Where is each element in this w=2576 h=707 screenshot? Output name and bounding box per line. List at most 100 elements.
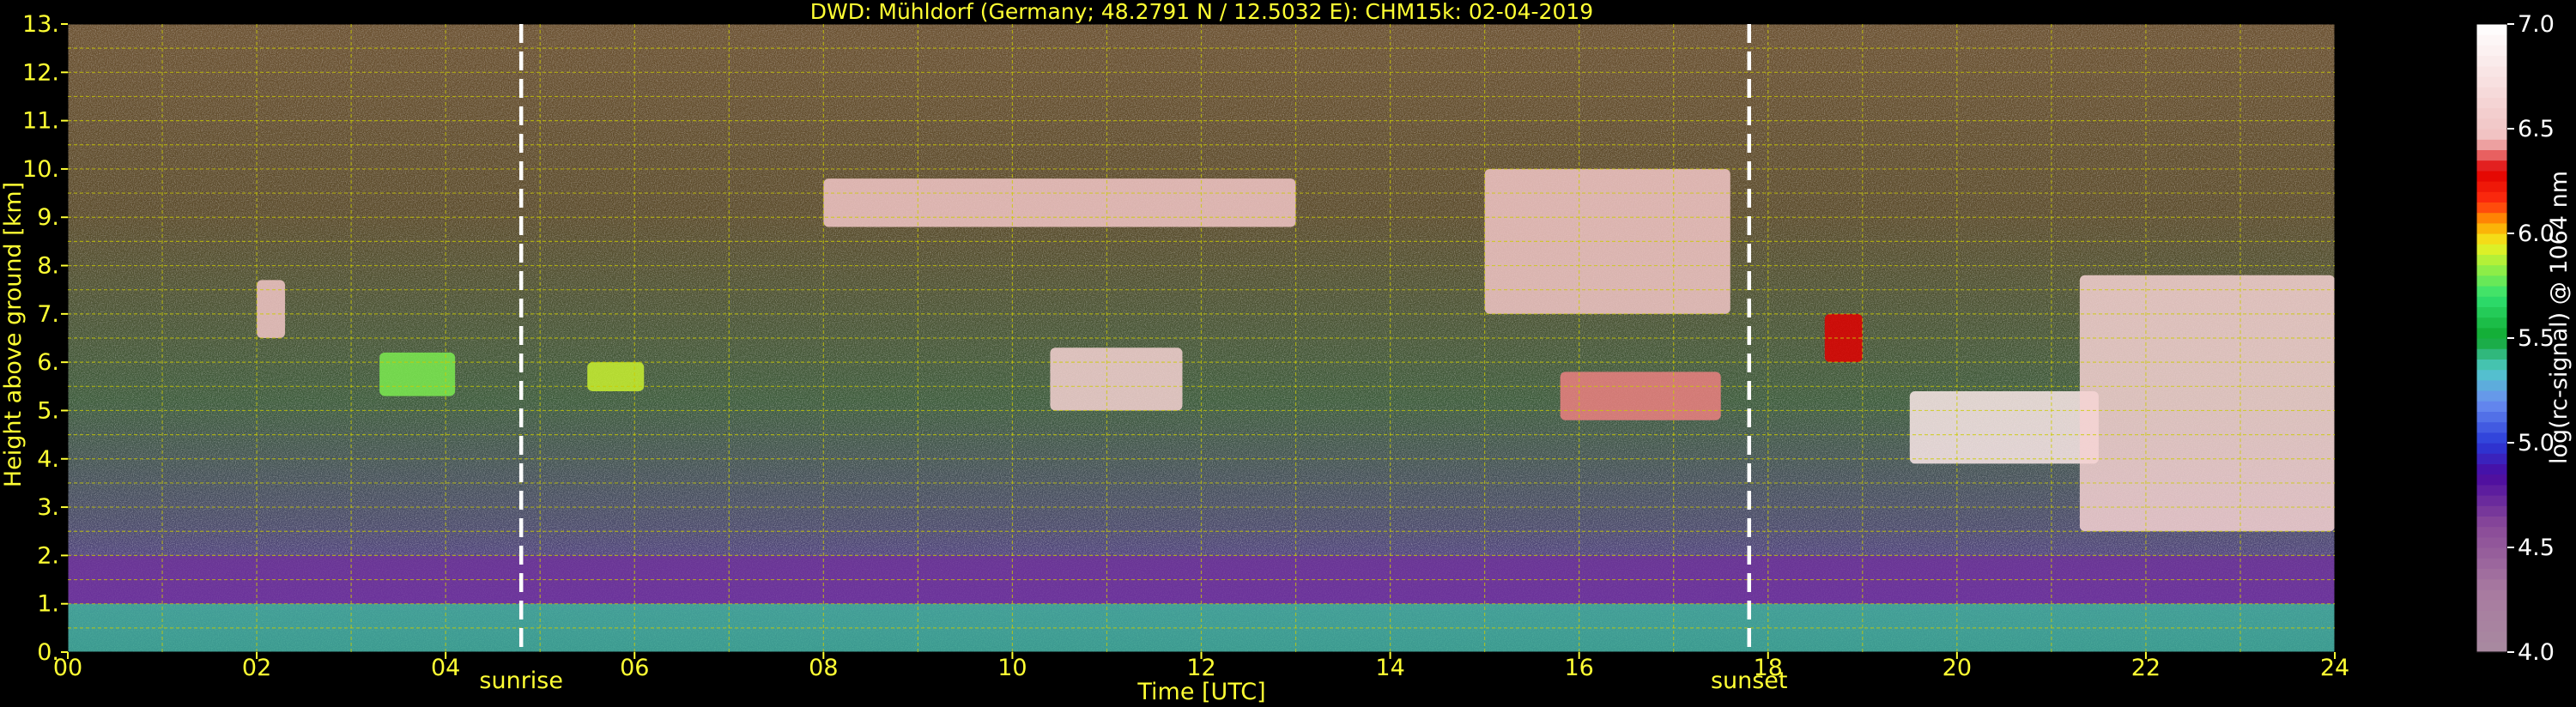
colorbar-segment <box>2476 369 2507 381</box>
colorbar-segment <box>2476 379 2507 391</box>
y-tick-label: 1. <box>37 591 59 618</box>
colorbar-segment <box>2476 536 2507 548</box>
x-tick-label: 16 <box>1564 655 1593 681</box>
x-tick-label: 14 <box>1375 655 1404 681</box>
x-tick-label: 04 <box>431 655 460 681</box>
y-tick-label: 13. <box>22 11 59 38</box>
y-tick-label: 8. <box>37 253 59 280</box>
x-tick-label: 10 <box>997 655 1027 681</box>
colorbar-segment <box>2476 286 2507 297</box>
y-tick-label: 2. <box>37 542 59 569</box>
cloud-10 <box>1909 390 2099 464</box>
colorbar-segment <box>2476 505 2507 517</box>
colorbar-segment <box>2476 222 2507 234</box>
colorbar-segment <box>2476 547 2507 559</box>
y-tick-label: 5. <box>37 397 59 424</box>
colorbar-segment <box>2476 526 2507 538</box>
colorbar <box>2476 23 2508 653</box>
colorbar-segment <box>2476 589 2507 601</box>
colorbar-segment <box>2476 160 2507 172</box>
colorbar-segment <box>2476 118 2507 130</box>
y-tick-label: 7. <box>37 301 59 328</box>
colorbar-segment <box>2476 129 2507 140</box>
x-tick-label: 12 <box>1186 655 1215 681</box>
ceilometer-chart: sunrise sunset 00 02 04 06 08 10 12 14 16 18 20 22 24… <box>0 0 2576 707</box>
colorbar-segment <box>2476 610 2507 621</box>
colorbar-segment <box>2476 97 2507 109</box>
colorbar-segment <box>2476 87 2507 98</box>
colorbar-segment <box>2476 421 2507 433</box>
colorbar-segment <box>2476 401 2507 412</box>
colorbar-segment <box>2476 191 2507 202</box>
colorbar-segment <box>2476 338 2507 349</box>
y-tick-label: 3. <box>37 494 59 521</box>
colorbar-segment <box>2476 107 2507 119</box>
y-axis-label: Height above ground [km] <box>0 182 27 487</box>
y-tick-label: 4. <box>37 446 59 473</box>
sunrise-label: sunrise <box>479 668 563 694</box>
colorbar-segment <box>2476 443 2507 454</box>
colorbar-segment <box>2476 233 2507 245</box>
colorbar-segment <box>2476 296 2507 307</box>
colorbar-segment <box>2476 34 2507 45</box>
x-tick-label: 06 <box>620 655 649 681</box>
colorbar-segment <box>2476 76 2507 88</box>
colorbar-segment <box>2476 24 2507 35</box>
colorbar-tick-label: 6.5 <box>2518 116 2555 142</box>
colorbar-segment <box>2476 181 2507 192</box>
colorbar-segment <box>2476 254 2507 266</box>
colorbar-segment <box>2476 495 2507 506</box>
cloud-3 <box>379 352 456 396</box>
colorbar-tick-label: 4.0 <box>2518 639 2555 666</box>
colorbar-segment <box>2476 516 2507 528</box>
colorbar-segment <box>2476 306 2507 318</box>
colorbar-segment <box>2476 631 2507 643</box>
x-tick-label: 02 <box>242 655 271 681</box>
colorbar-segment <box>2476 45 2507 57</box>
colorbar-segment <box>2476 474 2507 486</box>
colorbar-segment <box>2476 390 2507 402</box>
colorbar-segment <box>2476 244 2507 255</box>
y-tick-label: 10. <box>22 156 59 183</box>
colorbar-segment <box>2476 348 2507 360</box>
y-tick-label: 9. <box>37 204 59 231</box>
colorbar-segment <box>2476 463 2507 475</box>
colorbar-segment <box>2476 55 2507 67</box>
colorbar-tick-label: 7.0 <box>2518 11 2555 38</box>
colorbar-segment <box>2476 411 2507 423</box>
colorbar-segment <box>2476 317 2507 329</box>
y-tick-label: 0. <box>37 639 59 666</box>
y-tick-label: 12. <box>22 59 59 86</box>
y-tick-label: 6. <box>37 349 59 376</box>
colorbar-segment <box>2476 139 2507 150</box>
x-tick-label: 24 <box>2320 655 2349 681</box>
colorbar-label: log(rc-signal) @ 1064 nm <box>2546 171 2573 464</box>
colorbar-segment <box>2476 432 2507 444</box>
cloud-8 <box>1560 372 1721 420</box>
colorbar-segment <box>2476 568 2507 580</box>
colorbar-segment <box>2476 600 2507 611</box>
cloud-2 <box>257 280 286 338</box>
colorbar-segment <box>2476 149 2507 161</box>
colorbar-segment <box>2476 170 2507 182</box>
x-axis-label: Time [UTC] <box>1136 679 1265 705</box>
colorbar-segment <box>2476 359 2507 371</box>
colorbar-segment <box>2476 275 2507 287</box>
colorbar-segment <box>2476 264 2507 276</box>
colorbar-segment <box>2476 641 2507 653</box>
colorbar-tick-label: 4.5 <box>2518 535 2555 561</box>
colorbar-segment <box>2476 327 2507 339</box>
colorbar-segment <box>2476 65 2507 77</box>
x-tick-label: 22 <box>2131 655 2161 681</box>
y-tick-label: 11. <box>22 108 59 135</box>
colorbar-segment <box>2476 484 2507 496</box>
colorbar-segment <box>2476 212 2507 224</box>
cloud-5 <box>823 178 1296 227</box>
x-tick-label: 08 <box>809 655 838 681</box>
colorbar-segment <box>2476 578 2507 590</box>
chart-title: DWD: Mühldorf (Germany; 48.2791 N / 12.5… <box>810 0 1593 24</box>
colorbar-segment <box>2476 558 2507 569</box>
x-tick-label: 20 <box>1943 655 1972 681</box>
cloud-6 <box>1050 347 1183 411</box>
colorbar-segment <box>2476 453 2507 464</box>
